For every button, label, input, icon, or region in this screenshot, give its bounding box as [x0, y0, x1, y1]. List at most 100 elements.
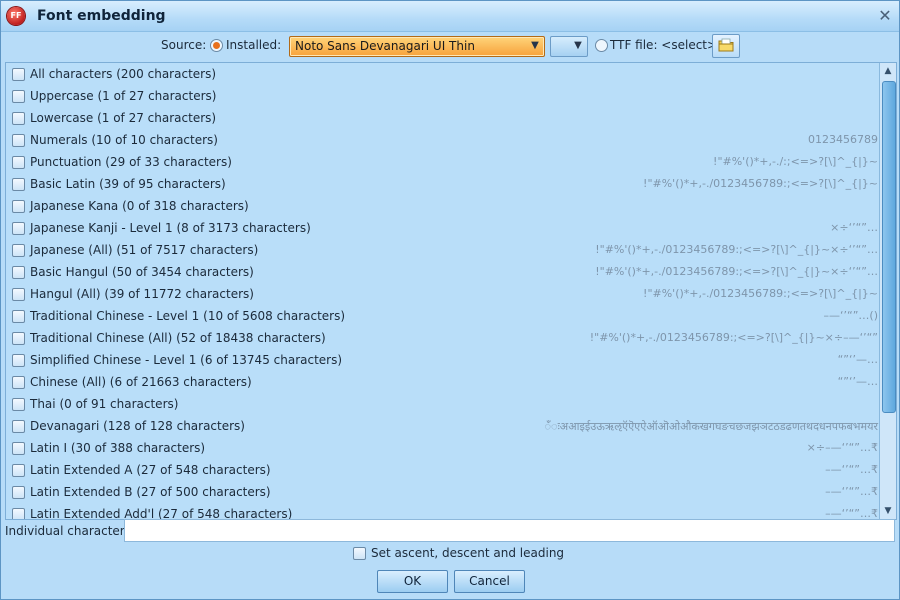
- row-checkbox[interactable]: [12, 156, 25, 169]
- row-label: Devanagari (128 of 128 characters): [30, 419, 245, 433]
- row-label: Hangul (All) (39 of 11772 characters): [30, 287, 254, 301]
- individual-characters-input[interactable]: [124, 519, 895, 542]
- row-sample: !"#%'()*+,-./0123456789:;<=>?[\]^_{|}~×÷…: [595, 243, 878, 256]
- row-label: All characters (200 characters): [30, 67, 217, 81]
- row-label: Latin Extended B (27 of 500 characters): [30, 485, 271, 499]
- chevron-down-icon: ▼: [574, 40, 582, 51]
- row-checkbox[interactable]: [12, 288, 25, 301]
- scroll-up-arrow-icon[interactable]: ▲: [880, 63, 896, 79]
- list-item[interactable]: Thai (0 of 91 characters): [6, 393, 878, 415]
- row-sample: !"#%'()*+,-./0123456789:;<=>?[\]^_{|}~×÷…: [595, 265, 878, 278]
- row-label: Chinese (All) (6 of 21663 characters): [30, 375, 252, 389]
- row-checkbox[interactable]: [12, 112, 25, 125]
- row-label: Basic Hangul (50 of 3454 characters): [30, 265, 254, 279]
- list-item[interactable]: Japanese (All) (51 of 7517 characters) !"…: [6, 239, 878, 261]
- row-label: Latin I (30 of 388 characters): [30, 441, 206, 455]
- row-sample: ँंःअआइईउऊऋऌऍऎएऐऑऒओऔकखगघङचछजझञटठडढणतथदधनप…: [544, 420, 878, 433]
- row-label: Traditional Chinese - Level 1 (10 of 560…: [30, 309, 346, 323]
- installed-font-select[interactable]: Noto Sans Devanagari UI Thin ▼: [289, 36, 545, 57]
- row-sample: !"#%'()*+,-./:;<=>?[\]^_{|}~: [713, 155, 878, 168]
- list-item[interactable]: Punctuation (29 of 33 characters) !"#%'()…: [6, 151, 878, 173]
- row-checkbox[interactable]: [12, 398, 25, 411]
- list-item[interactable]: Lowercase (1 of 27 characters): [6, 107, 878, 129]
- list-item[interactable]: Traditional Chinese - Level 1 (10 of 560…: [6, 305, 878, 327]
- list-item[interactable]: Simplified Chinese - Level 1 (6 of 13745…: [6, 349, 878, 371]
- list-item[interactable]: Latin I (30 of 388 characters) ×÷–—‘’“”…₹: [6, 437, 878, 459]
- list-item[interactable]: All characters (200 characters): [6, 63, 878, 85]
- installed-font-value: Noto Sans Devanagari UI Thin: [295, 39, 475, 53]
- row-label: Japanese Kanji - Level 1 (8 of 3173 char…: [30, 221, 311, 235]
- row-label: Numerals (10 of 10 characters): [30, 133, 218, 147]
- row-checkbox[interactable]: [12, 310, 25, 323]
- font-style-select[interactable]: ▼: [550, 36, 588, 57]
- row-checkbox[interactable]: [12, 134, 25, 147]
- list-item[interactable]: Latin Extended B (27 of 500 characters) –…: [6, 481, 878, 503]
- row-sample: ×÷–—‘’“”…₹: [806, 441, 878, 454]
- row-sample: !"#%'()*+,-./0123456789:;<=>?[\]^_{|}~: [643, 177, 878, 190]
- row-checkbox[interactable]: [12, 90, 25, 103]
- row-sample: ×÷‘’“”…: [830, 221, 878, 234]
- row-sample: –—‘’“”…₹: [825, 485, 878, 498]
- list-item[interactable]: Basic Hangul (50 of 3454 characters) !"#%…: [6, 261, 878, 283]
- row-sample: –—‘’“”…(): [823, 309, 878, 322]
- list-item[interactable]: Chinese (All) (6 of 21663 characters) “”‘…: [6, 371, 878, 393]
- ttf-file-radio[interactable]: [595, 39, 608, 52]
- title-bar: FF Font embedding ✕: [1, 1, 899, 32]
- row-label: Punctuation (29 of 33 characters): [30, 155, 232, 169]
- list-item[interactable]: Basic Latin (39 of 95 characters) !"#%'()…: [6, 173, 878, 195]
- row-checkbox[interactable]: [12, 266, 25, 279]
- folder-icon: [718, 38, 734, 52]
- row-checkbox[interactable]: [12, 244, 25, 257]
- list-item[interactable]: Traditional Chinese (All) (52 of 18438 c…: [6, 327, 878, 349]
- row-checkbox[interactable]: [12, 222, 25, 235]
- list-item[interactable]: Japanese Kanji - Level 1 (8 of 3173 char…: [6, 217, 878, 239]
- cancel-button[interactable]: Cancel: [454, 570, 525, 593]
- close-icon[interactable]: ✕: [877, 8, 893, 24]
- row-checkbox[interactable]: [12, 354, 25, 367]
- scrollbar-thumb[interactable]: [882, 81, 896, 413]
- row-sample: 0123456789: [808, 133, 878, 146]
- list-scrollbar[interactable]: ▲ ▼: [879, 63, 896, 519]
- row-checkbox[interactable]: [12, 200, 25, 213]
- row-label: Japanese (All) (51 of 7517 characters): [30, 243, 259, 257]
- list-item[interactable]: Japanese Kana (0 of 318 characters): [6, 195, 878, 217]
- row-label: Basic Latin (39 of 95 characters): [30, 177, 226, 191]
- row-label: Simplified Chinese - Level 1 (6 of 13745…: [30, 353, 343, 367]
- row-sample: –—‘’“”…₹: [825, 463, 878, 476]
- row-checkbox[interactable]: [12, 68, 25, 81]
- row-label: Traditional Chinese (All) (52 of 18438 c…: [30, 331, 326, 345]
- row-sample: “”‘’—…: [837, 375, 878, 388]
- row-checkbox[interactable]: [12, 178, 25, 191]
- installed-label: Installed:: [226, 38, 282, 52]
- browse-folder-button[interactable]: [712, 34, 740, 58]
- scroll-down-arrow-icon[interactable]: ▼: [880, 503, 896, 519]
- row-label: Latin Extended A (27 of 548 characters): [30, 463, 271, 477]
- chevron-down-icon: ▼: [531, 40, 539, 51]
- list-item[interactable]: Latin Extended A (27 of 548 characters) –…: [6, 459, 878, 481]
- list-item[interactable]: Uppercase (1 of 27 characters): [6, 85, 878, 107]
- row-checkbox[interactable]: [12, 442, 25, 455]
- ttf-file-label: TTF file: <select>: [610, 38, 718, 52]
- row-checkbox[interactable]: [12, 376, 25, 389]
- row-label: Uppercase (1 of 27 characters): [30, 89, 217, 103]
- list-item[interactable]: Latin Extended Add'l (27 of 548 characte…: [6, 503, 878, 519]
- row-label: Lowercase (1 of 27 characters): [30, 111, 217, 125]
- row-checkbox[interactable]: [12, 508, 25, 519]
- character-set-list[interactable]: Latin Extended Add'l (27 of 548 characte…: [5, 62, 897, 520]
- row-label: Thai (0 of 91 characters): [30, 397, 179, 411]
- row-checkbox[interactable]: [12, 420, 25, 433]
- row-sample: “”‘’—…: [837, 353, 878, 366]
- ascent-label: Set ascent, descent and leading: [371, 546, 565, 560]
- row-checkbox[interactable]: [12, 464, 25, 477]
- list-item[interactable]: Devanagari (128 of 128 characters)ँंःअआइ…: [6, 415, 878, 437]
- row-checkbox[interactable]: [12, 486, 25, 499]
- row-sample: !"#%'()*+,-./0123456789:;<=>?[\]^_{|}~: [643, 287, 878, 300]
- app-logo-icon: FF: [7, 7, 25, 25]
- ascent-checkbox[interactable]: [353, 547, 366, 560]
- installed-radio[interactable]: [210, 39, 223, 52]
- dialog-title: Font embedding: [37, 8, 166, 24]
- list-item[interactable]: Numerals (10 of 10 characters) 0123456789: [6, 129, 878, 151]
- list-item[interactable]: Hangul (All) (39 of 11772 characters) !"#…: [6, 283, 878, 305]
- row-checkbox[interactable]: [12, 332, 25, 345]
- ok-button[interactable]: OK: [377, 570, 448, 593]
